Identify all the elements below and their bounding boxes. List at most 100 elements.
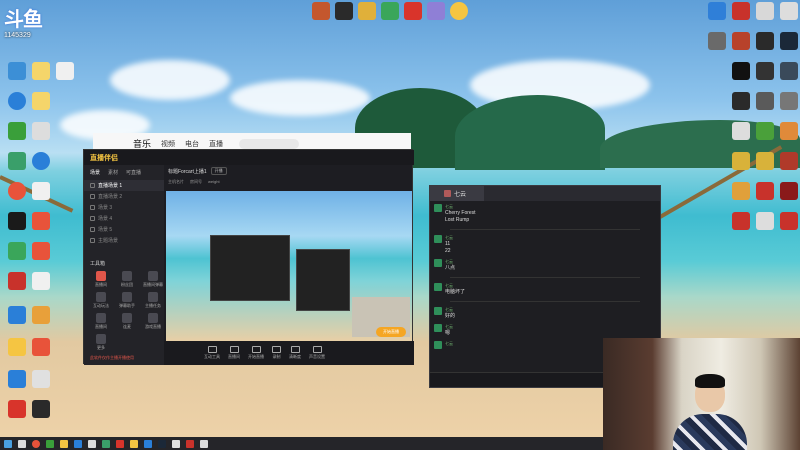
taskbar-app-icon[interactable] [116, 439, 124, 448]
scene-item[interactable]: 直播场景 2 [84, 191, 164, 202]
desktop-icon[interactable] [26, 306, 56, 324]
taskbar-app-icon[interactable] [18, 439, 26, 448]
desktop-icon[interactable] [26, 338, 56, 356]
toolbox-grid: 直播间 粉丝团 直播间弹幕 互动玩法 弹幕助手 主播任务 直播间 连麦 游戏直播… [84, 271, 164, 351]
control-icon [290, 346, 300, 353]
taskbar-app-icon[interactable] [130, 439, 138, 448]
desktop-icon[interactable] [26, 272, 56, 290]
preview-area: 标题Forcart上播1 开播 主机名片 房间号 weight 开始直播 互动工… [164, 165, 414, 365]
desktop-icon[interactable] [26, 212, 56, 230]
desktop-icon[interactable] [774, 182, 800, 200]
tool-button[interactable]: 互动玩法 [90, 292, 112, 309]
scene-item[interactable]: 直播场景 1 [84, 180, 164, 191]
music-search-input[interactable] [239, 138, 300, 149]
avatar [444, 190, 451, 197]
desktop-icon[interactable] [774, 62, 800, 80]
control-icon [207, 346, 217, 353]
music-tab-live[interactable]: 直播 [209, 139, 223, 149]
desktop-icon[interactable] [26, 122, 56, 140]
tool-icon [96, 292, 106, 302]
streamer-hair [695, 374, 725, 388]
taskbar-app-icon[interactable] [158, 439, 166, 448]
desktop-icon[interactable] [26, 92, 56, 110]
avatar [434, 204, 442, 212]
tool-button[interactable]: 直播间 [90, 313, 112, 330]
tool-button[interactable]: 游戏直播 [142, 313, 164, 330]
desktop-icon[interactable] [774, 92, 800, 110]
taskbar-app-icon[interactable] [46, 439, 54, 448]
chat-titlebar: 七云 [430, 186, 660, 201]
desktop-icon[interactable] [26, 242, 56, 260]
taskbar-app-icon[interactable] [74, 439, 82, 448]
chat-message: 七云 Cherry Forest Lost Rump [430, 202, 660, 226]
control-button[interactable]: 声音设置 [309, 346, 325, 360]
streamer-app-window[interactable]: 直播伴侣 场景 素材 可直播 直播场景 1 直播场景 2 场景 3 场景 4 场… [83, 149, 414, 365]
music-tab-radio[interactable]: 电台 [185, 139, 199, 149]
tool-button[interactable]: 连麦 [116, 313, 138, 330]
sidebar-tab-scene[interactable]: 场景 [90, 169, 100, 176]
tool-button[interactable]: 更多 [90, 334, 112, 351]
desktop-icon[interactable] [774, 122, 800, 140]
room-info-item: 主机名片 [168, 178, 184, 184]
sidebar-tab-assets[interactable]: 素材 [108, 169, 118, 176]
tool-label: 更多 [97, 345, 105, 350]
scene-item[interactable]: 场景 4 [84, 213, 164, 224]
stream-preview[interactable]: 开始直播 [166, 191, 412, 341]
control-button[interactable]: 清晰度 [289, 346, 301, 360]
desktop-icon[interactable] [774, 2, 800, 20]
tool-button[interactable]: 粉丝团 [116, 271, 138, 288]
tool-icon [96, 271, 106, 281]
tool-label: 粉丝团 [121, 282, 133, 287]
tool-label: 直播间 [95, 282, 107, 287]
desktop-icon[interactable] [774, 32, 800, 50]
control-label: 录制 [272, 354, 281, 359]
tool-button[interactable]: 弹幕助手 [116, 292, 138, 309]
music-tab-video[interactable]: 视频 [161, 139, 175, 149]
taskbar-app-icon[interactable] [200, 439, 208, 448]
nested-chat-window [296, 249, 350, 311]
scene-item[interactable]: 场景 3 [84, 202, 164, 213]
desktop-icon[interactable] [50, 62, 80, 80]
desktop-icon[interactable] [26, 182, 56, 200]
control-button[interactable]: 录制 [272, 346, 281, 360]
taskbar-app-icon[interactable] [32, 439, 40, 448]
divider [450, 277, 640, 278]
taskbar-app-icon[interactable] [102, 439, 110, 448]
taskbar-app-icon[interactable] [186, 439, 194, 448]
scene-label: 直播场景 2 [98, 194, 123, 200]
avatar [434, 341, 442, 349]
taskbar-app-icon[interactable] [60, 439, 68, 448]
divider [450, 301, 640, 302]
scene-checkbox-icon [90, 227, 95, 232]
message-text: 嗯 [445, 330, 451, 336]
scene-label: 场景 4 [98, 216, 113, 222]
tool-button[interactable]: 直播间 [90, 271, 112, 288]
desktop-icon[interactable] [444, 2, 474, 20]
message-text: 11 22 [445, 241, 451, 254]
room-status-badge: 开播 [210, 167, 227, 175]
desktop-icon[interactable] [774, 152, 800, 170]
control-button[interactable]: 互动工具 [204, 346, 220, 360]
desktop-icon[interactable] [26, 152, 56, 170]
start-button-icon[interactable] [4, 439, 12, 448]
desktop-icon[interactable] [26, 370, 56, 388]
tool-icon [122, 313, 132, 323]
chat-tab[interactable]: 七云 [430, 186, 485, 201]
go-live-button[interactable]: 开始直播 [376, 327, 406, 337]
message-text: Cherry Forest Lost Rump [445, 210, 476, 223]
scene-checkbox-icon [90, 205, 95, 210]
sidebar-tab-live[interactable]: 可直播 [126, 169, 141, 176]
control-button[interactable]: 直播间 [228, 346, 240, 360]
control-icon [229, 346, 239, 353]
scene-item[interactable]: 主题场景 [84, 235, 164, 246]
taskbar-app-icon[interactable] [172, 439, 180, 448]
tool-button[interactable]: 直播间弹幕 [142, 271, 164, 288]
desktop-icon[interactable] [774, 212, 800, 230]
control-label: 互动工具 [204, 354, 220, 359]
control-button[interactable]: 开始直播 [248, 346, 264, 360]
taskbar-app-icon[interactable] [144, 439, 152, 448]
desktop-icon[interactable] [26, 400, 56, 418]
scene-item[interactable]: 场景 5 [84, 224, 164, 235]
taskbar-app-icon[interactable] [88, 439, 96, 448]
tool-button[interactable]: 主播任务 [142, 292, 164, 309]
